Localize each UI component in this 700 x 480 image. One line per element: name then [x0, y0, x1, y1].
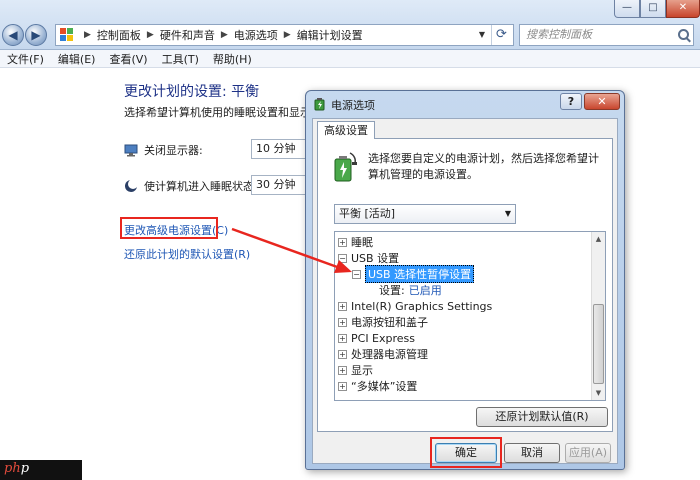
tree-item-label: 睡眠	[351, 236, 373, 249]
restore-plan-defaults-button[interactable]: 还原计划默认值(R)	[476, 407, 608, 427]
menu-bar: 文件(F) 编辑(E) 查看(V) 工具(T) 帮助(H)	[0, 50, 700, 68]
display-off-label: 关闭显示器:	[144, 144, 203, 157]
setting-row-sleep: 使计算机进入睡眠状态:	[124, 178, 258, 194]
expand-icon[interactable]: +	[338, 301, 347, 311]
back-button[interactable]: ◀	[2, 24, 24, 46]
window-titlebar: — □ ✕ ◀ ▶ ▶ 控制面板 ▶ 硬件和声音 ▶ 电源选项 ▶ 编辑计划设置…	[0, 0, 700, 50]
tab-advanced-settings[interactable]: 高级设置	[317, 121, 375, 139]
refresh-icon[interactable]: ⟳	[491, 25, 511, 45]
tree-item-label: “多媒体”设置	[351, 380, 418, 393]
search-icon[interactable]	[678, 29, 689, 40]
cancel-button[interactable]: 取消	[504, 443, 560, 463]
tree-item-usb-settings[interactable]: − USB 设置	[338, 250, 399, 266]
scroll-up-icon[interactable]: ▲	[592, 232, 605, 246]
power-settings-tree[interactable]: + 睡眠 − USB 设置 − USB 选择性暂停设置 设置: 已启用 + In…	[334, 231, 606, 401]
breadcrumb-separator: ▶	[146, 30, 154, 40]
breadcrumb-separator: ▶	[283, 30, 291, 40]
plan-select-value: 平衡 [活动]	[339, 207, 396, 220]
chevron-down-icon: ▼	[504, 209, 511, 218]
monitor-icon	[124, 143, 138, 157]
search-input[interactable]: 搜索控制面板	[519, 24, 694, 46]
expand-icon[interactable]: +	[338, 317, 347, 327]
expand-icon[interactable]: +	[338, 349, 347, 359]
tree-item-processor-power[interactable]: + 处理器电源管理	[338, 346, 428, 362]
advanced-settings-panel: 选择您要自定义的电源计划，然后选择您希望计算机管理的电源设置。 平衡 [活动] …	[317, 138, 613, 432]
tree-item-label-selected: USB 选择性暂停设置	[365, 265, 475, 283]
dialog-title: 电源选项	[331, 99, 375, 112]
plan-select[interactable]: 平衡 [活动] ▼	[334, 204, 516, 224]
search-placeholder: 搜索控制面板	[526, 28, 592, 41]
power-options-icon	[313, 97, 327, 111]
dialog-body: 高级设置 选择您要自定义的电源计划，然后选择您希望计算机管理的电源设置。 平衡 …	[312, 118, 618, 468]
tree-item-setting-value[interactable]: 设置: 已启用	[379, 282, 442, 298]
maximize-button[interactable]: □	[640, 0, 666, 18]
breadcrumb-power-options[interactable]: 电源选项	[232, 27, 280, 43]
watermark-text: php	[4, 461, 30, 476]
menu-tools[interactable]: 工具(T)	[155, 51, 206, 67]
tree-item-label: Intel(R) Graphics Settings	[351, 299, 493, 313]
forward-button[interactable]: ▶	[25, 24, 47, 46]
menu-file[interactable]: 文件(F)	[0, 51, 51, 67]
close-button[interactable]: ✕	[666, 0, 700, 18]
watermark: php	[0, 460, 82, 480]
tree-item-power-buttons-lid[interactable]: + 电源按钮和盖子	[338, 314, 428, 330]
display-off-select[interactable]: 10 分钟	[251, 139, 307, 159]
tree-item-label: USB 设置	[351, 252, 400, 265]
power-options-dialog: 电源选项 ? ✕ 高级设置 选择您要自定义的电源计划，然后选择您希望计算机管理的…	[305, 90, 625, 470]
help-button[interactable]: ?	[560, 93, 582, 110]
red-highlight-box	[120, 217, 218, 239]
menu-edit[interactable]: 编辑(E)	[51, 51, 103, 67]
tree-item-sleep[interactable]: + 睡眠	[338, 234, 373, 250]
expand-icon[interactable]: +	[338, 333, 347, 343]
moon-icon	[124, 179, 138, 193]
scroll-down-icon[interactable]: ▼	[592, 386, 605, 400]
control-panel-icon	[60, 28, 76, 42]
restore-defaults-link[interactable]: 还原此计划的默认设置(R)	[124, 246, 250, 262]
collapse-icon[interactable]: −	[352, 269, 361, 279]
tree-item-pci-express[interactable]: + PCI Express	[338, 330, 415, 346]
tree-item-label: 处理器电源管理	[351, 348, 428, 361]
setting-row-display: 关闭显示器:	[124, 142, 203, 158]
apply-button[interactable]: 应用(A)	[565, 443, 611, 463]
expand-icon[interactable]: +	[338, 381, 347, 391]
dialog-description: 选择您要自定义的电源计划，然后选择您希望计算机管理的电源设置。	[368, 152, 599, 181]
tree-item-label: 电源按钮和盖子	[351, 316, 428, 329]
page-title: 更改计划的设置: 平衡	[124, 84, 260, 100]
sleep-label: 使计算机进入睡眠状态:	[144, 180, 258, 193]
minimize-button[interactable]: —	[614, 0, 640, 18]
breadcrumb-edit-plan[interactable]: 编辑计划设置	[295, 27, 365, 43]
setting-value-label: 设置:	[379, 284, 405, 297]
tree-item-multimedia[interactable]: + “多媒体”设置	[338, 378, 417, 394]
tree-item-label: PCI Express	[351, 331, 416, 345]
tree-scrollbar[interactable]: ▲ ▼	[591, 232, 605, 400]
expand-icon[interactable]: +	[338, 237, 347, 247]
breadcrumb-separator: ▶	[84, 30, 91, 40]
breadcrumb-control-panel[interactable]: 控制面板	[95, 27, 143, 43]
address-dropdown-icon[interactable]: ▼	[475, 25, 489, 45]
sleep-select[interactable]: 30 分钟	[251, 175, 307, 195]
tree-item-usb-selective-suspend[interactable]: − USB 选择性暂停设置	[352, 265, 475, 283]
battery-icon	[330, 151, 358, 183]
address-bar[interactable]: ▶ 控制面板 ▶ 硬件和声音 ▶ 电源选项 ▶ 编辑计划设置 ▼ ⟳	[55, 24, 514, 46]
red-highlight-box	[430, 437, 502, 468]
breadcrumb-separator: ▶	[220, 30, 228, 40]
collapse-icon[interactable]: −	[338, 253, 347, 263]
scrollbar-thumb[interactable]	[593, 304, 604, 384]
tree-item-display[interactable]: + 显示	[338, 362, 373, 378]
menu-help[interactable]: 帮助(H)	[206, 51, 259, 67]
expand-icon[interactable]: +	[338, 365, 347, 375]
dialog-close-button[interactable]: ✕	[584, 93, 620, 110]
setting-value-link[interactable]: 已启用	[409, 282, 442, 298]
tree-item-intel-graphics[interactable]: + Intel(R) Graphics Settings	[338, 298, 492, 314]
tree-item-label: 显示	[351, 364, 373, 377]
breadcrumb-hardware-sound[interactable]: 硬件和声音	[158, 27, 217, 43]
menu-view[interactable]: 查看(V)	[102, 51, 154, 67]
